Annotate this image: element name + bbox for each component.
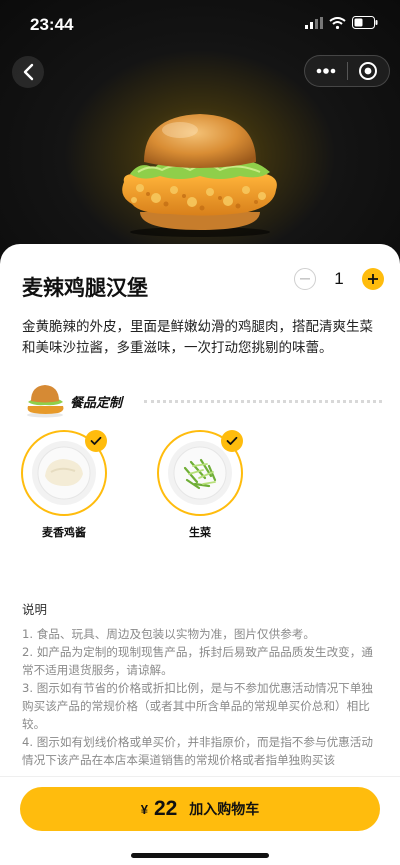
note-item: 2. 如产品为定制的现制现售产品，拆封后易致产品品质发生改变，通常不适用退货服务…: [22, 645, 373, 677]
option-mayo-sauce[interactable]: 麦香鸡酱: [21, 430, 107, 540]
status-icons: [305, 16, 378, 29]
more-dots-icon: [316, 68, 336, 74]
option-lettuce-checked: [221, 430, 243, 452]
product-hero: 23:44: [0, 0, 400, 268]
option-mayo-checked: [85, 430, 107, 452]
product-description: 金黄脆辣的外皮，里面是鲜嫩幼滑的鸡腿肉，搭配清爽生菜和美味沙拉酱，多重滋味，一次…: [22, 319, 373, 356]
target-close-icon: [359, 62, 378, 80]
burger-image: [122, 114, 277, 237]
customization-burger-thumbnail: [27, 385, 64, 418]
quantity-value: 1: [334, 269, 344, 288]
note-item: 1. 食品、玩具、周边及包装以实物为准，图片仅供参考。: [22, 627, 315, 641]
option-mayo-image: [21, 430, 107, 516]
checkmark-icon: [226, 436, 238, 445]
bottom-bar: ¥ 22 加入购物车: [0, 776, 400, 865]
price-currency: ¥: [140, 801, 148, 817]
wifi-icon: [329, 16, 346, 29]
customization-title: 餐品定制: [70, 396, 123, 411]
customization-divider: [144, 400, 382, 403]
minus-icon: [300, 278, 310, 280]
option-lettuce-image: [157, 430, 243, 516]
battery-icon: [352, 16, 378, 29]
more-button[interactable]: [305, 56, 347, 86]
option-lettuce[interactable]: 生菜: [157, 430, 243, 540]
product-name: 麦辣鸡腿汉堡: [22, 276, 148, 300]
option-mayo-label: 麦香鸡酱: [42, 526, 86, 539]
add-to-cart-label: 加入购物车: [189, 802, 260, 818]
status-time: 23:44: [30, 15, 74, 34]
customization-header: 餐品定制: [22, 382, 382, 418]
add-to-cart-button[interactable]: ¥ 22 加入购物车: [20, 787, 380, 831]
back-button[interactable]: [12, 56, 44, 88]
quantity-stepper: 1: [294, 268, 384, 290]
option-lettuce-label: 生菜: [189, 526, 211, 539]
back-arrow-icon: [23, 63, 34, 81]
increase-quantity-button[interactable]: [362, 268, 384, 290]
close-miniprogram-button[interactable]: [347, 56, 389, 86]
price-value: 22: [153, 797, 178, 820]
note-item: 4. 图示如有划线价格或单买价，并非指原价，而是指不参与优惠活动情况下该产品在本…: [22, 735, 373, 767]
product-detail-card: 麦辣鸡腿汉堡 1 金黄脆辣的外皮，里面是鲜嫩幼滑的鸡腿肉，搭配清爽生菜和美味沙拉…: [0, 244, 400, 784]
home-indicator: [131, 853, 269, 858]
checkmark-icon: [90, 436, 102, 445]
note-item: 3. 图示如有节省的价格或折扣比例，是与不参加优惠活动情况下单独购买该产品的常规…: [22, 681, 373, 731]
signal-icon: [305, 16, 323, 29]
miniprogram-capsule: [304, 55, 390, 87]
notes-title: 说明: [22, 602, 48, 617]
status-bar: 23:44: [0, 0, 400, 48]
decrease-quantity-button[interactable]: [294, 268, 316, 290]
notes-list: 1. 食品、玩具、周边及包装以实物为准，图片仅供参考。 2. 如产品为定制的现制…: [22, 625, 382, 769]
plus-icon: [368, 274, 378, 284]
